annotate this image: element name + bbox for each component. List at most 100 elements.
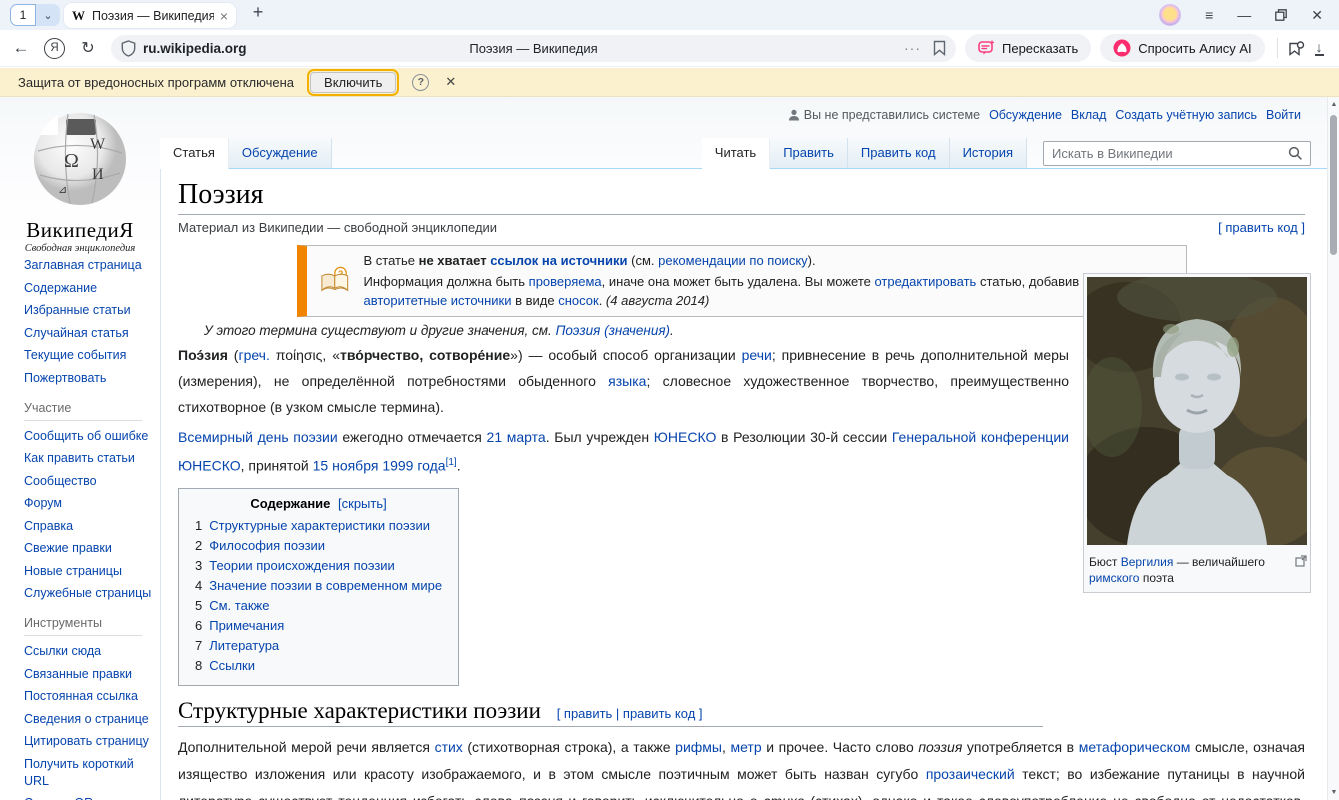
inline-link[interactable]: 21 марта [487,429,546,445]
sidebar-link-main-page[interactable]: Заглавная страница [24,257,154,274]
inline-link[interactable]: Поэзия (значения) [556,323,670,338]
edit-source-top-link[interactable]: [ править код ] [1218,220,1305,235]
tab-history[interactable]: История [950,138,1027,168]
close-window-icon[interactable]: ✕ [1311,8,1323,22]
page-scrollbar[interactable]: ▲ ▼ [1327,97,1339,800]
sidebar-link-forum[interactable]: Форум [24,495,154,512]
yandex-home-icon[interactable]: Я [44,38,65,59]
sidebar-link-how-to-edit[interactable]: Как править статьи [24,450,154,467]
personal-link-login[interactable]: Войти [1266,108,1301,122]
wikipedia-logo[interactable]: Ω W И ⊿ ВикипедиЯ Свободная энциклопедия [0,109,160,254]
enlarge-icon[interactable] [1295,555,1307,567]
sidebar-link-report-error[interactable]: Сообщить об ошибке [24,428,154,445]
browser-tab[interactable]: W Поэзия — Википедия × [64,3,236,28]
minimize-icon[interactable]: — [1237,8,1251,22]
ask-alice-button[interactable]: Спросить Алису AI [1100,34,1264,62]
wiki-search-input[interactable] [1044,146,1288,161]
dismiss-bar-icon[interactable]: ✕ [445,74,456,90]
inline-link[interactable]: языка [608,373,646,389]
sidebar-link-cite-page[interactable]: Цитировать страницу [24,733,154,750]
close-tab-icon[interactable]: × [220,8,228,24]
bookmark-icon[interactable] [933,40,946,56]
tab-counter[interactable]: 1 ⌄ [10,4,60,26]
sidebar-link-featured[interactable]: Избранные статьи [24,302,154,319]
reload-icon[interactable]: ↻ [75,38,101,58]
new-tab-button[interactable]: + [246,2,270,23]
inline-link[interactable]: речи [742,347,772,363]
tab-edit-source[interactable]: Править код [848,138,950,168]
tab-count[interactable]: 1 [10,4,36,26]
toc-hide-link[interactable]: [скрыть] [338,496,387,511]
maximize-icon[interactable] [1275,9,1287,21]
sidebar-link-page-info[interactable]: Сведения о странице [24,711,154,728]
back-icon[interactable]: ← [8,38,34,58]
sidebar-link-related-changes[interactable]: Связанные правки [24,666,154,683]
inline-link[interactable]: [1] [446,457,457,468]
inline-link[interactable]: римского [1089,571,1139,585]
url-text: ru.wikipedia.org [143,41,247,56]
inline-link[interactable]: ссылок на источники [490,253,627,268]
personal-link-talk[interactable]: Обсуждение [989,108,1062,122]
inline-link[interactable]: сносок [558,293,598,308]
search-icon[interactable] [1288,146,1303,161]
toc-item: 1Структурные характеристики поэзии [195,516,442,536]
scroll-down-icon[interactable]: ▼ [1328,789,1339,796]
inline-link[interactable]: стих [435,739,463,755]
inline-link[interactable]: метр [730,739,761,755]
virgil-bust-image[interactable] [1087,277,1307,545]
scrollbar-thumb[interactable] [1330,115,1337,255]
tab-edit[interactable]: Править [770,138,848,168]
sidebar-link-permanent-link[interactable]: Постоянная ссылка [24,688,154,705]
sidebar-link-contents[interactable]: Содержание [24,280,154,297]
window-controls: ≡ — ✕ [1159,0,1339,30]
address-bar[interactable]: ru.wikipedia.org Поэзия — Википедия ··· [111,35,956,62]
menu-icon[interactable]: ≡ [1205,8,1213,22]
enable-protection-button[interactable]: Включить [310,72,396,93]
inline-link[interactable]: ЮНЕСКО [654,429,717,445]
tab-read[interactable]: Читать [702,138,770,169]
inline-link[interactable]: проверяема [529,274,602,289]
sidebar-link-current-events[interactable]: Текущие события [24,347,154,364]
summarize-button[interactable]: Пересказать [965,34,1091,62]
tab-article[interactable]: Статья [160,138,229,169]
sidebar-link-short-url[interactable]: Получить короткий URL [24,756,154,790]
personal-link-contribs[interactable]: Вклад [1071,108,1107,122]
inline-link[interactable]: авторитетные источники [363,293,511,308]
inline-text: Бюст [1089,555,1121,569]
sidebar-link-special-pages[interactable]: Служебные страницы [24,585,154,602]
section-edit-links[interactable]: [ править | править код ] [557,706,703,721]
more-options-icon[interactable]: ··· [904,40,921,56]
chevron-down-icon[interactable]: ⌄ [36,4,60,26]
tab-talk[interactable]: Обсуждение [229,138,332,168]
inline-link[interactable]: Вергилия [1121,555,1174,569]
toc-item: 8Ссылки [195,656,442,676]
inline-link[interactable]: прозаический [926,766,1015,782]
inline-link[interactable]: 1999 года [382,457,445,473]
sidebar-link-help[interactable]: Справка [24,518,154,535]
sidebar-link-donate[interactable]: Пожертвовать [24,370,154,387]
inline-link[interactable]: 15 ноября [313,457,379,473]
inline-link[interactable]: отредактировать [874,274,976,289]
extensions-icon[interactable] [1288,40,1305,57]
inline-link[interactable]: Всемирный день поэзии [178,429,338,445]
inline-link[interactable]: греч. [238,347,269,363]
profile-avatar[interactable] [1159,4,1181,26]
sidebar-link-qr-code[interactable]: Скачать QR-код [24,795,154,800]
download-icon[interactable]: ↓ [1315,41,1324,56]
inline-link[interactable]: метафорическом [1079,739,1191,755]
sidebar-link-community[interactable]: Сообщество [24,473,154,490]
scroll-up-icon[interactable]: ▲ [1328,101,1339,108]
personal-link-create-account[interactable]: Создать учётную запись [1115,108,1257,122]
inline-link[interactable]: рифмы [675,739,722,755]
sidebar-link-random[interactable]: Случайная статья [24,325,154,342]
toc-item: 4Значение поэзии в современном мире [195,576,442,596]
wiki-search-box[interactable] [1043,141,1311,166]
help-icon[interactable]: ? [412,74,429,91]
sidebar-link-what-links-here[interactable]: Ссылки сюда [24,643,154,660]
sidebar-link-recent-changes[interactable]: Свежие правки [24,540,154,557]
sidebar-link-new-pages[interactable]: Новые страницы [24,563,154,580]
sources-needed-notice: ? В статье не хватает ссылок на источник… [297,245,1187,317]
browser-toolbar: ← Я ↻ ru.wikipedia.org Поэзия — Википеди… [0,30,1339,67]
inline-link[interactable]: рекомендации по поиску [658,253,808,268]
inline-text: ежегодно отмечается [338,429,487,445]
